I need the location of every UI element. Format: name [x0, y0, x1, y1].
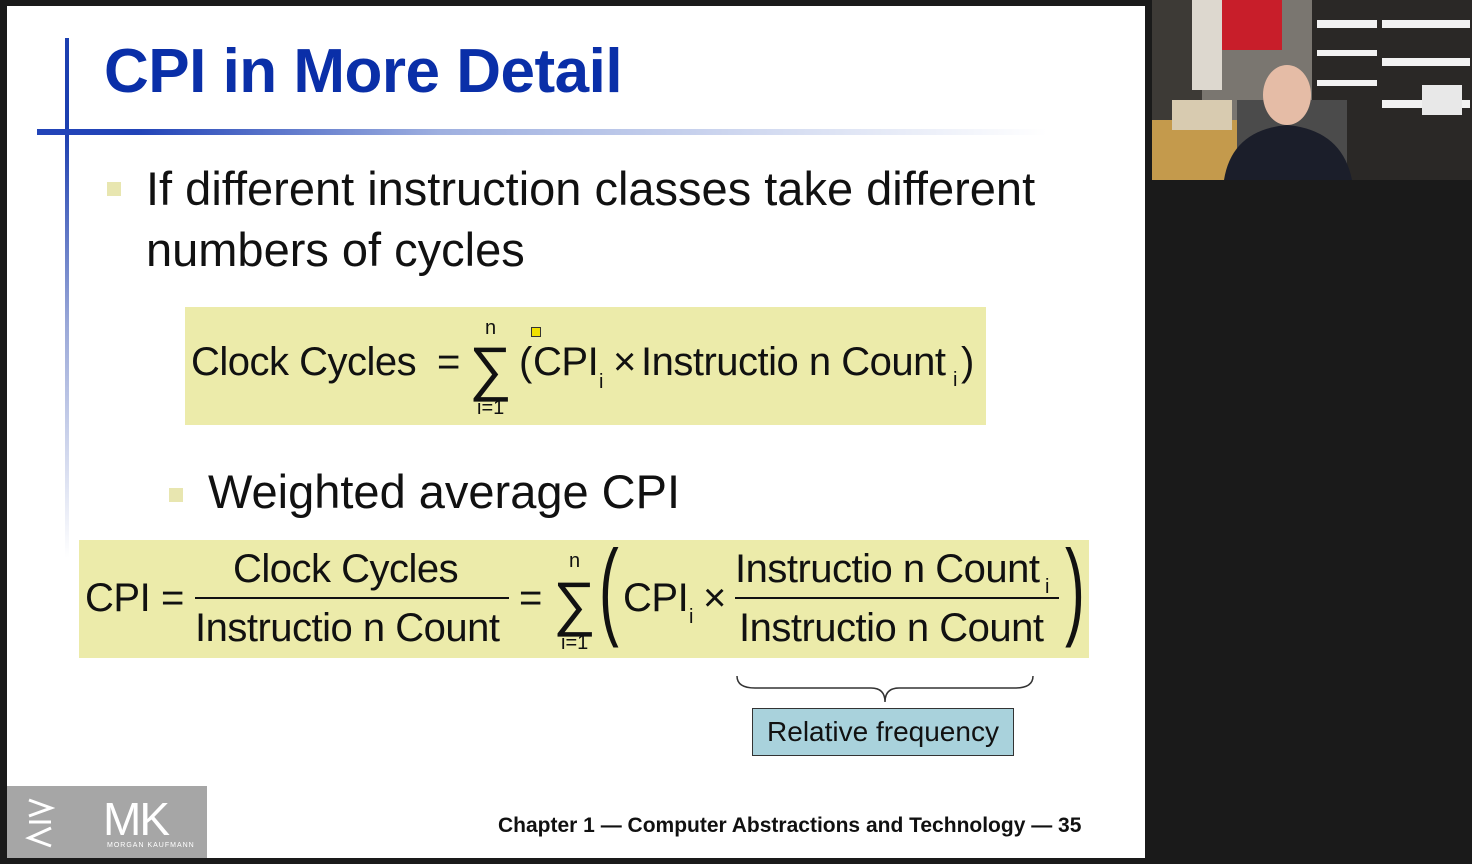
eq1-equals: = — [437, 340, 460, 384]
sigma-icon: ∑ — [553, 570, 596, 637]
eq1-close-paren: ) — [961, 340, 974, 384]
webcam-scene-illustration — [1152, 0, 1472, 180]
slide-footer: Chapter 1 — Computer Abstractions and Te… — [498, 814, 1082, 837]
eq2-times: × — [703, 576, 726, 620]
eq2-denominator: Instructio n Count — [195, 606, 500, 650]
sub-bullet-marker — [169, 488, 183, 502]
eq2-cpi: CPI — [623, 576, 689, 620]
eq1-times: × — [613, 340, 636, 384]
bullet-text-1: If different instruction classes take di… — [146, 162, 1036, 276]
eq1-lhs: Clock Cycles — [191, 340, 417, 384]
eq2-equals-2: = — [519, 576, 542, 620]
curly-brace-icon — [736, 675, 1034, 703]
equation-box-clock-cycles: Clock Cycles = n ∑ i=1 ( CPI i × Instruc… — [185, 307, 986, 425]
presentation-slide: CPI in More Detail If different instruct… — [7, 6, 1145, 858]
eq2-inner-subscript: i — [1045, 576, 1050, 598]
eq2-equals: = — [161, 576, 184, 620]
sigma-icon: ∑ — [469, 335, 512, 402]
mk-vertical-logo-icon — [25, 798, 55, 848]
eq1-instruction-count: Instructio n Count — [641, 340, 946, 384]
publisher-logo: MK MORGAN KAUFMANN — [7, 786, 207, 858]
equation-box-cpi: CPI = Clock Cycles Instructio n Count = … — [79, 534, 1089, 658]
bullet-marker — [107, 182, 121, 196]
selection-handle[interactable] — [531, 327, 541, 337]
eq1-cpi: CPI — [533, 340, 599, 384]
logo-wordmark: MK — [103, 793, 170, 845]
eq1-cpi-subscript: i — [599, 371, 604, 393]
left-big-paren-icon: ( — [599, 527, 619, 648]
title-vertical-rule — [65, 38, 69, 558]
eq1-sum-lower: i=1 — [477, 397, 505, 419]
eq2-inner-numerator: Instructio n Count — [735, 547, 1040, 591]
logo-subtext: MORGAN KAUFMANN — [107, 842, 195, 849]
relative-frequency-label: Relative frequency — [752, 708, 1014, 756]
eq1-open-paren: ( — [519, 340, 532, 384]
fraction-bar — [735, 597, 1059, 599]
eq2-lhs: CPI — [85, 576, 151, 620]
eq2-inner-denominator: Instructio n Count — [739, 606, 1044, 650]
title-horizontal-rule — [37, 129, 1047, 135]
slide-title: CPI in More Detail — [104, 37, 623, 106]
eq2-numerator: Clock Cycles — [233, 547, 459, 591]
webcam-video-feed — [1152, 0, 1472, 180]
right-big-paren-icon: ) — [1065, 527, 1085, 648]
eq2-cpi-subscript: i — [689, 606, 694, 628]
bullet-text-2: Weighted average CPI — [208, 465, 681, 518]
fraction-bar — [195, 597, 509, 599]
eq2-sum-lower: i=1 — [561, 632, 589, 654]
eq1-ic-subscript: i — [953, 369, 958, 391]
